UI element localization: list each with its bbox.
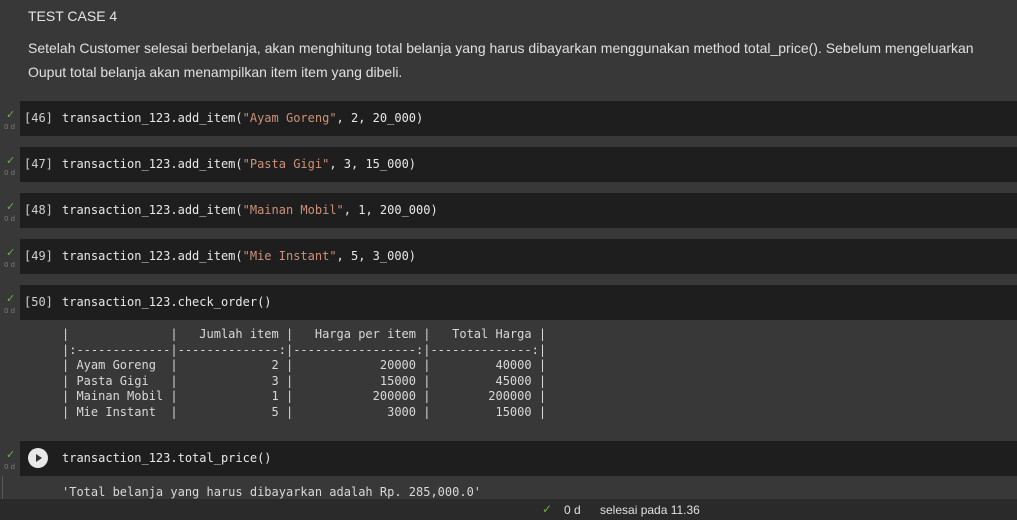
code-editor[interactable]: [46] transaction_123.add_item("Ayam Gore… xyxy=(20,101,1017,136)
cell-run-time: 0 d xyxy=(4,123,16,131)
success-check-icon: ✓ xyxy=(6,108,16,121)
cell-gutter: ✓ 0 d xyxy=(0,239,20,274)
code-cell-50[interactable]: ✓ 0 d [50] transaction_123.check_order() xyxy=(0,285,1017,320)
code-cell-48[interactable]: ✓ 0 d [48] transaction_123.add_item("Mai… xyxy=(0,193,1017,228)
execution-count: [47] xyxy=(24,157,53,171)
code-editor[interactable]: [48] transaction_123.add_item("Mainan Mo… xyxy=(20,193,1017,228)
success-check-icon: ✓ xyxy=(6,246,16,259)
run-cell-button[interactable] xyxy=(28,448,48,468)
success-check-icon: ✓ xyxy=(6,292,16,305)
execution-count: [48] xyxy=(24,203,53,217)
status-finished-label: selesai pada 11.36 xyxy=(600,503,700,517)
execution-count: [46] xyxy=(24,111,53,125)
cell-run-time: 0 d xyxy=(4,463,16,471)
test-case-description: Setelah Customer selesai berbelanja, aka… xyxy=(28,40,974,80)
code-editor[interactable]: [47] transaction_123.add_item("Pasta Gig… xyxy=(20,147,1017,182)
code-editor[interactable]: [49] transaction_123.add_item("Mie Insta… xyxy=(20,239,1017,274)
cell-run-time: 0 d xyxy=(4,261,16,269)
code-line: transaction_123.total_price() xyxy=(62,451,272,465)
cell-divider xyxy=(2,476,3,499)
status-check-icon: ✓ xyxy=(542,502,553,516)
cell-run-time: 0 d xyxy=(4,169,16,177)
cell-gutter: ✓ 0 d xyxy=(0,147,20,182)
check-order-output: | | Jumlah item | Harga per item | Total… xyxy=(62,327,547,419)
execution-count: [50] xyxy=(24,295,53,309)
code-line: transaction_123.add_item("Mainan Mobil",… xyxy=(62,203,438,217)
code-line: transaction_123.add_item("Ayam Goreng", … xyxy=(62,111,424,125)
markdown-cell[interactable]: TEST CASE 4 Setelah Customer selesai ber… xyxy=(0,0,1017,100)
cell-gutter: ✓ 0 d xyxy=(0,285,20,320)
success-check-icon: ✓ xyxy=(6,200,16,213)
cell-run-time: 0 d xyxy=(4,307,16,315)
code-cell-total-price[interactable]: ✓ 0 d transaction_123.total_price() xyxy=(0,441,1017,476)
code-cell-49[interactable]: ✓ 0 d [49] transaction_123.add_item("Mie… xyxy=(0,239,1017,274)
cell-gutter: ✓ 0 d xyxy=(0,193,20,228)
code-editor[interactable]: transaction_123.total_price() xyxy=(20,441,1017,476)
code-editor[interactable]: [50] transaction_123.check_order() xyxy=(20,285,1017,320)
status-bar: ✓ 0 d selesai pada 11.36 xyxy=(0,499,1017,520)
code-cell-47[interactable]: ✓ 0 d [47] transaction_123.add_item("Pas… xyxy=(0,147,1017,182)
success-check-icon: ✓ xyxy=(6,154,16,167)
code-line: transaction_123.check_order() xyxy=(62,295,272,309)
code-cell-46[interactable]: ✓ 0 d [46] transaction_123.add_item("Aya… xyxy=(0,101,1017,136)
cell-run-time: 0 d xyxy=(4,215,16,223)
success-check-icon: ✓ xyxy=(6,448,16,461)
code-line: transaction_123.add_item("Mie Instant", … xyxy=(62,249,417,263)
test-case-title: TEST CASE 4 xyxy=(28,8,118,24)
cell-gutter: ✓ 0 d xyxy=(0,441,20,476)
code-line: transaction_123.add_item("Pasta Gigi", 3… xyxy=(62,157,417,171)
cell-gutter: ✓ 0 d xyxy=(0,101,20,136)
execution-count: [49] xyxy=(24,249,53,263)
status-duration: 0 d xyxy=(564,503,581,517)
